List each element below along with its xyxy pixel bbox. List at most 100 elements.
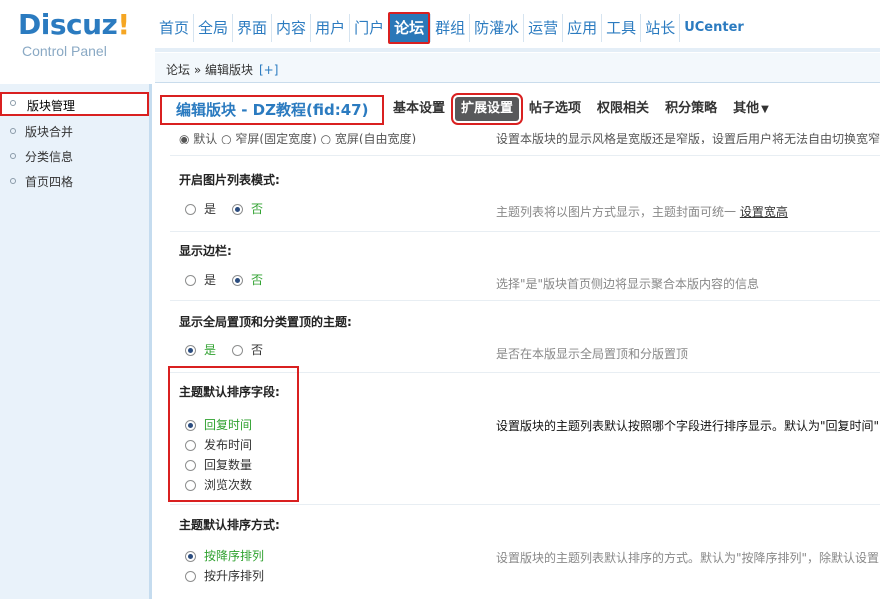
tab-post-options[interactable]: 帖子选项 bbox=[523, 97, 587, 121]
option-label: 按升序排列 bbox=[204, 569, 265, 583]
sidebar-item-label: 分类信息 bbox=[25, 150, 74, 164]
sort-field-reply-time-option[interactable]: 回复时间 bbox=[185, 417, 252, 433]
main-panel: 编辑版块 - DZ教程(fid:47) 基本设置 扩展设置 帖子选项 权限相关 … bbox=[155, 84, 880, 599]
radio-icon[interactable] bbox=[185, 345, 196, 356]
image-list-label: 开启图片列表模式: bbox=[179, 173, 280, 187]
global-sticky-desc: 是否在本版显示全局置顶和分版置顶 bbox=[496, 347, 689, 361]
nav-apps[interactable]: 应用 bbox=[562, 14, 601, 42]
option-label: 是 bbox=[204, 273, 217, 287]
image-list-no-option[interactable]: 否 bbox=[232, 201, 263, 217]
sidebar-item-forum-manage[interactable]: 版块管理 bbox=[0, 92, 149, 116]
tab-other-label: 其他 bbox=[733, 101, 760, 116]
sidebar-item-label: 版块管理 bbox=[27, 99, 76, 113]
option-label: 是 bbox=[204, 343, 217, 357]
sort-order-desc: 设置版块的主题列表默认排序的方式。默认为"按降序排列"，除默认设置 bbox=[496, 551, 880, 565]
tab-other[interactable]: 其他 ▼ bbox=[727, 97, 775, 121]
chevron-down-icon: ▼ bbox=[761, 104, 769, 115]
radio-icon[interactable] bbox=[185, 460, 196, 471]
option-label: 是 bbox=[204, 202, 217, 216]
radio-icon[interactable] bbox=[185, 480, 196, 491]
nav-webmaster[interactable]: 站长 bbox=[640, 14, 679, 42]
sort-field-desc: 设置版块的主题列表默认按照哪个字段进行排序显示。默认为"回复时间" bbox=[496, 419, 880, 433]
sort-order-asc-option[interactable]: 按升序排列 bbox=[185, 568, 264, 584]
title-bar: 编辑版块 - DZ教程(fid:47) 基本设置 扩展设置 帖子选项 权限相关 … bbox=[155, 84, 880, 136]
logo[interactable]: Discuz! Control Panel bbox=[18, 8, 148, 68]
nav-ucenter[interactable]: UCenter bbox=[679, 14, 748, 42]
radio-icon[interactable] bbox=[185, 440, 196, 451]
settings-tabs: 基本设置 扩展设置 帖子选项 权限相关 积分策略 其他 ▼ bbox=[387, 93, 779, 125]
nav-users[interactable]: 用户 bbox=[310, 14, 349, 42]
option-label: 浏览次数 bbox=[204, 478, 253, 492]
page-title: 编辑版块 - DZ教程(fid:47) bbox=[160, 95, 385, 125]
option-label: 否 bbox=[251, 343, 264, 357]
nav-antispam[interactable]: 防灌水 bbox=[469, 14, 523, 42]
sort-field-label: 主题默认排序字段: bbox=[179, 385, 280, 399]
tab-permissions[interactable]: 权限相关 bbox=[591, 97, 655, 121]
row-divider bbox=[170, 231, 880, 232]
row-divider bbox=[170, 300, 880, 301]
nav-global[interactable]: 全局 bbox=[193, 14, 232, 42]
nav-forum[interactable]: 论坛 bbox=[388, 12, 431, 44]
image-list-yes-option[interactable]: 是 bbox=[185, 201, 216, 217]
sort-field-views-option[interactable]: 浏览次数 bbox=[185, 477, 252, 493]
nav-divider bbox=[155, 48, 880, 52]
show-sidebar-label: 显示边栏: bbox=[179, 244, 232, 258]
tab-credits[interactable]: 积分策略 bbox=[659, 97, 723, 121]
bullet-icon bbox=[10, 100, 16, 106]
sidebar-item-category-info[interactable]: 分类信息 bbox=[0, 145, 149, 169]
global-sticky-label: 显示全局置顶和分类置顶的主题: bbox=[179, 315, 352, 329]
set-size-link[interactable]: 设置宽高 bbox=[740, 205, 788, 219]
option-label: 否 bbox=[251, 202, 264, 216]
logo-subtitle: Control Panel bbox=[22, 43, 107, 59]
tab-extended[interactable]: 扩展设置 bbox=[451, 93, 524, 125]
add-shortcut-button[interactable]: [+] bbox=[259, 63, 278, 77]
partial-style-desc: 设置本版块的显示风格是宽版还是窄版，设置后用户将无法自由切换宽窄 bbox=[496, 132, 880, 144]
global-sticky-yes-option[interactable]: 是 bbox=[185, 342, 216, 358]
nav-operations[interactable]: 运营 bbox=[523, 14, 562, 42]
bullet-icon bbox=[10, 178, 16, 184]
show-sidebar-desc: 选择"是"版块首页侧边将显示聚合本版内容的信息 bbox=[496, 277, 760, 291]
nav-tools[interactable]: 工具 bbox=[601, 14, 640, 42]
nav-portal[interactable]: 门户 bbox=[349, 14, 388, 42]
image-list-desc: 主题列表将以图片方式显示，主题封面可统一 设置宽高 bbox=[496, 203, 788, 220]
breadcrumb: 论坛 » 编辑版块 [+] bbox=[166, 61, 278, 78]
option-label: 回复数量 bbox=[204, 458, 253, 472]
breadcrumb-bar: 论坛 » 编辑版块 [+] bbox=[155, 53, 880, 83]
radio-icon[interactable] bbox=[185, 420, 196, 431]
sidebar-item-forum-merge[interactable]: 版块合并 bbox=[0, 120, 149, 144]
radio-icon[interactable] bbox=[232, 275, 243, 286]
show-sidebar-yes-option[interactable]: 是 bbox=[185, 272, 216, 288]
nav-groups[interactable]: 群组 bbox=[430, 14, 469, 42]
radio-icon[interactable] bbox=[232, 345, 243, 356]
sort-order-label: 主题默认排序方式: bbox=[179, 518, 280, 532]
sidebar: 版块管理 版块合并 分类信息 首页四格 bbox=[0, 84, 152, 599]
radio-icon[interactable] bbox=[185, 551, 196, 562]
radio-icon[interactable] bbox=[185, 275, 196, 286]
radio-icon[interactable] bbox=[185, 204, 196, 215]
sort-order-desc-option[interactable]: 按降序排列 bbox=[185, 548, 264, 564]
bullet-icon bbox=[10, 153, 16, 159]
sidebar-item-label: 首页四格 bbox=[25, 175, 74, 189]
sidebar-item-label: 版块合并 bbox=[25, 125, 74, 139]
nav-home[interactable]: 首页 bbox=[155, 14, 193, 42]
tab-basic[interactable]: 基本设置 bbox=[387, 97, 451, 121]
settings-form: ◉ 默认 ○ 窄屏(固定宽度) ○ 宽屏(自由宽度) 设置本版块的显示风格是宽版… bbox=[155, 132, 880, 599]
row-divider bbox=[170, 155, 880, 156]
nav-interface[interactable]: 界面 bbox=[232, 14, 271, 42]
logo-bang: ! bbox=[117, 8, 130, 41]
image-list-desc-text: 主题列表将以图片方式显示，主题封面可统一 bbox=[496, 205, 740, 219]
option-label: 否 bbox=[251, 273, 264, 287]
radio-icon[interactable] bbox=[185, 571, 196, 582]
sidebar-item-home-grid[interactable]: 首页四格 bbox=[0, 170, 149, 194]
global-sticky-no-option[interactable]: 否 bbox=[232, 342, 263, 358]
partial-style-options: ◉ 默认 ○ 窄屏(固定宽度) ○ 宽屏(自由宽度) bbox=[179, 132, 417, 144]
option-label: 发布时间 bbox=[204, 438, 253, 452]
radio-icon[interactable] bbox=[232, 204, 243, 215]
show-sidebar-no-option[interactable]: 否 bbox=[232, 272, 263, 288]
nav-content[interactable]: 内容 bbox=[271, 14, 310, 42]
sort-field-reply-count-option[interactable]: 回复数量 bbox=[185, 457, 252, 473]
sort-field-post-time-option[interactable]: 发布时间 bbox=[185, 437, 252, 453]
row-divider bbox=[170, 504, 880, 505]
option-label: 按降序排列 bbox=[204, 549, 265, 563]
breadcrumb-path: 论坛 » 编辑版块 bbox=[166, 63, 253, 77]
